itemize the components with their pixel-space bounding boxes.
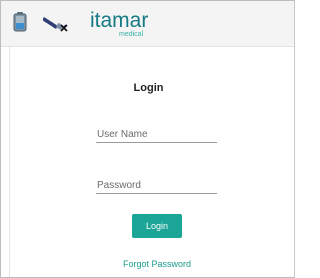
username-field-wrapper — [96, 124, 217, 143]
itamar-logo: itamar medical — [90, 10, 160, 40]
app-window: itamar medical Login Login Forgot Passwo… — [0, 0, 295, 278]
login-button[interactable]: Login — [132, 214, 182, 238]
username-input[interactable] — [96, 127, 217, 143]
probe-icon — [42, 14, 69, 39]
password-input[interactable] — [96, 178, 217, 194]
logo-subtitle: medical — [119, 31, 144, 38]
logo-wordmark: itamar — [90, 9, 149, 32]
battery-icon — [13, 12, 27, 37]
app-header: itamar medical — [1, 1, 294, 47]
login-title: Login — [133, 82, 164, 94]
password-field-wrapper — [96, 175, 217, 194]
forgot-password-link[interactable]: Forgot Password — [1, 259, 294, 269]
